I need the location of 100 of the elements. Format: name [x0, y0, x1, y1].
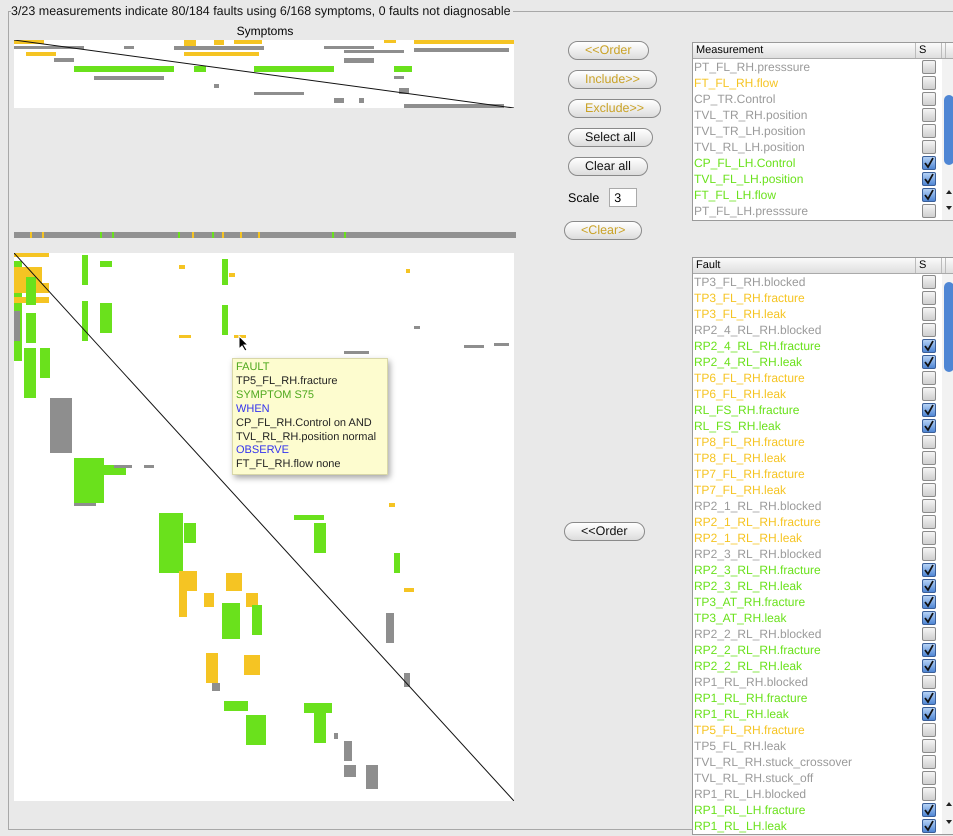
column-header[interactable]: Measurement — [693, 43, 916, 58]
checkbox[interactable] — [922, 172, 936, 186]
checkbox[interactable] — [922, 467, 936, 481]
table-cell-text: TVL_TR_LH.position — [693, 123, 806, 139]
checkbox[interactable] — [922, 531, 936, 545]
table-cell-text: RP2_4_RL_RH.fracture — [693, 338, 822, 354]
table-cell-text: CP_TR.Control — [693, 91, 776, 107]
checkbox[interactable] — [922, 787, 936, 801]
table-cell-text: TVL_RL_RH.stuck_off — [693, 770, 814, 786]
checkbox[interactable] — [922, 371, 936, 385]
table-cell-text: TP3_AT_RH.leak — [693, 610, 788, 626]
checkbox[interactable] — [922, 291, 936, 305]
tooltip-line: WHEN — [236, 402, 271, 417]
table-cell-text: RP2_4_RL_RH.leak — [693, 354, 804, 370]
action-button[interactable]: Select all — [568, 128, 653, 147]
checkbox[interactable] — [922, 60, 936, 74]
checkbox[interactable] — [922, 563, 936, 577]
tooltip-line: SYMPTOM S75 — [236, 388, 316, 403]
checkbox[interactable] — [922, 307, 936, 321]
checkbox[interactable] — [922, 547, 936, 561]
checkbox[interactable] — [922, 387, 936, 401]
checkbox[interactable] — [922, 819, 936, 833]
checkbox[interactable] — [922, 156, 936, 170]
table-cell-text: TP3_FL_RH.fracture — [693, 290, 806, 306]
checkbox[interactable] — [922, 771, 936, 785]
table-cell-text: FT_FL_LH.flow — [693, 187, 778, 203]
table-cell-text: RP1_RL_RH.blocked — [693, 674, 810, 690]
scrollbar-drawing[interactable] — [942, 59, 953, 220]
checkbox[interactable] — [922, 124, 936, 138]
checkbox[interactable] — [922, 403, 936, 417]
scale-field[interactable]: 3 — [609, 188, 638, 207]
checkbox[interactable] — [922, 355, 936, 369]
table-cell-text: RP1_RL_LH.leak — [693, 818, 788, 834]
checkbox[interactable] — [922, 659, 936, 673]
column-header[interactable]: S — [916, 43, 942, 58]
checkbox[interactable] — [922, 435, 936, 449]
table-cell-text: RP2_2_RL_RH.blocked — [693, 626, 822, 642]
table-cell-text: TP6_FL_RH.leak — [693, 386, 788, 402]
checkbox[interactable] — [922, 76, 936, 90]
checkbox[interactable] — [922, 275, 936, 289]
checkbox[interactable] — [922, 755, 936, 769]
checkbox[interactable] — [922, 643, 936, 657]
table-cell-text: RP2_1_RL_RH.fracture — [693, 514, 822, 530]
checkbox[interactable] — [922, 739, 936, 753]
checkbox[interactable] — [922, 611, 936, 625]
checkbox[interactable] — [922, 707, 936, 721]
checkbox[interactable] — [922, 419, 936, 433]
tooltip-line: TP5_FL_RH.fracture — [236, 374, 338, 389]
table-cell-text: TP5_FL_RH.fracture — [693, 722, 806, 738]
checkbox[interactable] — [922, 323, 936, 337]
table-cell-text: RL_FS_RH.leak — [693, 418, 782, 434]
checkbox[interactable] — [922, 483, 936, 497]
table-cell-text: RP1_RL_RH.fracture — [693, 690, 808, 706]
checkbox[interactable] — [922, 499, 936, 513]
checkbox[interactable] — [922, 515, 936, 529]
checkbox[interactable] — [922, 108, 936, 122]
table-cell-text: RP1_RL_RH.leak — [693, 706, 790, 722]
checkbox[interactable] — [922, 803, 936, 817]
action-button[interactable]: Clear all — [568, 157, 648, 176]
scale-label: Scale — [568, 190, 600, 204]
table-cell-text: RP2_4_RL_RH.blocked — [693, 322, 822, 338]
checkbox[interactable] — [922, 627, 936, 641]
group-title: 3/23 measurements indicate 80/184 faults using 6/168 symptoms, 0 faults not diagnosable — [11, 4, 512, 18]
checkbox[interactable] — [922, 188, 936, 202]
table-cell-text: TP8_FL_RH.leak — [693, 450, 788, 466]
table-cell-text: RL_FS_RH.fracture — [693, 402, 800, 418]
table-cell-text: FT_FL_RH.flow — [693, 75, 780, 91]
checkbox[interactable] — [922, 723, 936, 737]
table-cell-text: TVL_RL_LH.position — [693, 139, 806, 155]
checkbox[interactable] — [922, 691, 936, 705]
checkbox[interactable] — [922, 579, 936, 593]
table-cell-text: RP1_RL_LH.fracture — [693, 802, 806, 818]
column-header[interactable]: S — [916, 258, 942, 273]
tooltip-line: FT_FL_RH.flow none — [236, 458, 342, 472]
table-cell-text: RP1_RL_LH.blocked — [693, 786, 808, 802]
order-button[interactable]: <<Order — [564, 522, 645, 541]
checkbox[interactable] — [922, 675, 936, 689]
symptoms-label: Symptoms — [236, 24, 294, 38]
tooltip-line: OBSERVE — [236, 444, 290, 458]
table-cell-text: RP2_2_RL_RH.fracture — [693, 642, 822, 658]
table-cell-text: TP3_AT_RH.fracture — [693, 594, 806, 610]
table-cell-text: TP3_FL_RH.leak — [693, 306, 788, 322]
checkbox[interactable] — [922, 92, 936, 106]
checkbox[interactable] — [922, 140, 936, 154]
column-header[interactable]: Fault — [693, 258, 916, 273]
tooltip-line: CP_FL_RH.Control on AND — [236, 416, 373, 431]
checkbox[interactable] — [922, 595, 936, 609]
table-cell-text: TP5_FL_RH.leak — [693, 738, 788, 754]
table-cell-text: PT_FL_RH.presssure — [693, 59, 812, 75]
checkbox[interactable] — [922, 339, 936, 353]
table-cell-text: TVL_FL_LH.position — [693, 171, 804, 187]
table-cell-text: TP8_FL_RH.fracture — [693, 434, 806, 450]
scrollbar-drawing[interactable] — [942, 274, 953, 834]
table-cell-text: RP2_3_RL_RH.fracture — [693, 562, 822, 578]
table-cell-text: RP2_1_RL_RH.blocked — [693, 498, 822, 514]
checkbox[interactable] — [922, 204, 936, 218]
table-cell-text: PT_FL_LH.presssure — [693, 203, 810, 219]
checkbox[interactable] — [922, 451, 936, 465]
tooltip-line: TVL_RL_RH.position normal — [236, 430, 378, 444]
table-cell-text: TVL_TR_RH.position — [693, 107, 808, 123]
